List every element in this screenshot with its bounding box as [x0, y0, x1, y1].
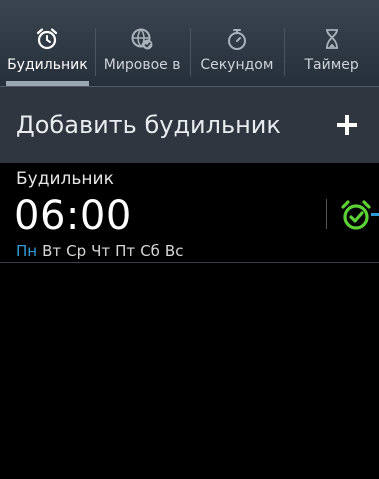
tab-bar: Будильник Мировое в Секундом Таймер: [0, 0, 379, 87]
add-alarm-row[interactable]: Добавить будильник: [0, 87, 379, 163]
add-alarm-label: Добавить будильник: [16, 111, 281, 139]
day-tuesday: Вт: [42, 242, 62, 260]
tab-stopwatch-label: Секундом: [200, 57, 274, 73]
tab-world-clock-label: Мировое в: [103, 57, 181, 73]
alarm-name: Будильник: [16, 169, 114, 189]
alarm-clock-icon: [34, 26, 60, 52]
stopwatch-icon: [224, 26, 250, 52]
day-friday: Пт: [115, 242, 136, 260]
alarm-on-icon[interactable]: [338, 197, 374, 233]
scroll-edge-indicator: [371, 213, 379, 216]
day-saturday: Сб: [140, 242, 160, 260]
tab-world-clock[interactable]: Мировое в: [94, 0, 190, 86]
alarm-time: 06:00: [14, 193, 132, 239]
day-sunday: Вс: [164, 242, 184, 260]
tab-alarm[interactable]: Будильник: [0, 0, 95, 86]
divider: [326, 199, 327, 229]
clock-app: Будильник Мировое в Секундом Таймер Доба…: [0, 0, 379, 479]
tab-timer-label: Таймер: [304, 57, 359, 73]
tab-stopwatch[interactable]: Секундом: [189, 0, 285, 86]
day-thursday: Чт: [91, 242, 111, 260]
day-wednesday: Ср: [66, 242, 87, 260]
plus-icon[interactable]: [327, 105, 367, 145]
tab-alarm-label: Будильник: [7, 57, 88, 73]
day-monday: Пн: [16, 242, 38, 260]
alarm-list-item[interactable]: Будильник 06:00 Пн Вт Ср Чт Пт Сб Вс: [0, 163, 379, 263]
hourglass-icon: [319, 26, 345, 52]
globe-icon: [129, 26, 155, 52]
tab-timer[interactable]: Таймер: [284, 0, 379, 86]
alarm-repeat-days: Пн Вт Ср Чт Пт Сб Вс: [16, 242, 183, 260]
